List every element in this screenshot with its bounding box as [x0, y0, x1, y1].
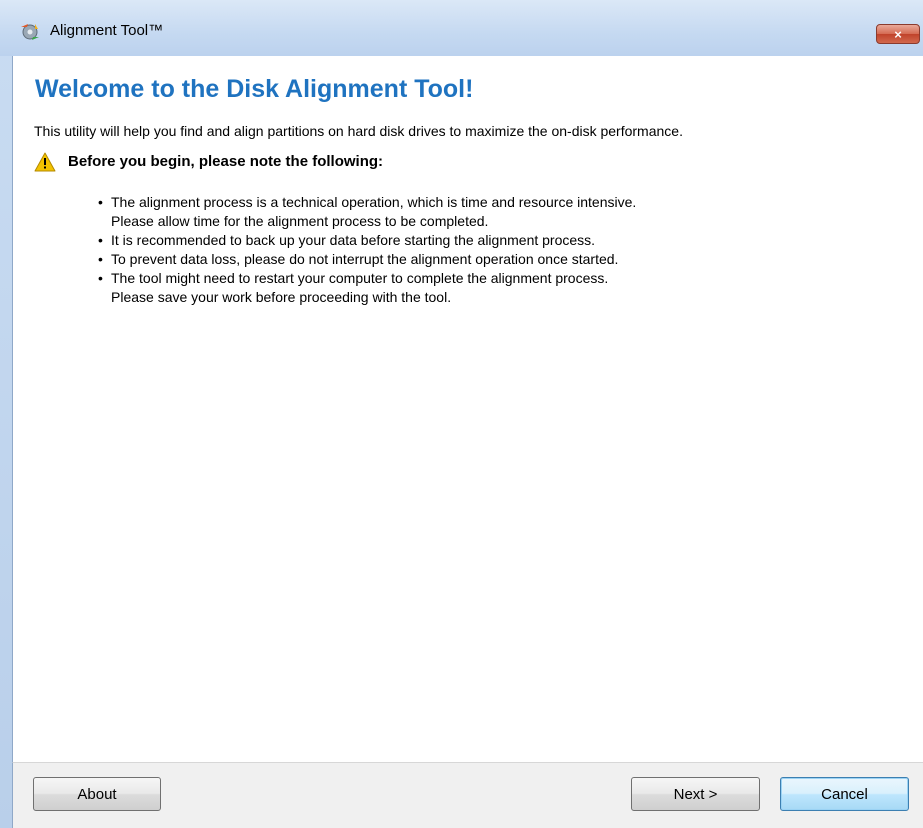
title-bar[interactable]: Alignment Tool™ ×	[0, 0, 923, 56]
close-icon: ×	[894, 26, 902, 42]
list-item-continuation: Please save your work before proceeding …	[111, 289, 452, 305]
list-item: The tool might need to restart your comp…	[98, 269, 636, 288]
list-item: It is recommended to back up your data b…	[98, 231, 636, 250]
notes-list: The alignment process is a technical ope…	[98, 193, 636, 307]
wizard-content-area: Welcome to the Disk Alignment Tool! This…	[12, 56, 923, 762]
page-title: Welcome to the Disk Alignment Tool!	[35, 75, 474, 103]
warning-title: Before you begin, please note the follow…	[68, 153, 384, 170]
list-item: To prevent data loss, please do not inte…	[98, 250, 636, 269]
warning-triangle-icon	[34, 152, 56, 172]
cancel-button[interactable]: Cancel	[780, 777, 909, 811]
next-button[interactable]: Next >	[631, 777, 760, 811]
window-title: Alignment Tool™	[50, 22, 164, 39]
list-item-continuation: Please allow time for the alignment proc…	[111, 213, 489, 229]
alignment-tool-window: Alignment Tool™ × Welcome to the Disk Al…	[0, 0, 923, 828]
button-bar: About Next > Cancel	[12, 762, 923, 828]
close-button[interactable]: ×	[876, 24, 920, 44]
intro-text: This utility will help you find and alig…	[34, 123, 683, 139]
about-button[interactable]: About	[33, 777, 161, 811]
disk-alignment-app-icon	[21, 24, 39, 40]
list-item: The alignment process is a technical ope…	[98, 193, 636, 212]
